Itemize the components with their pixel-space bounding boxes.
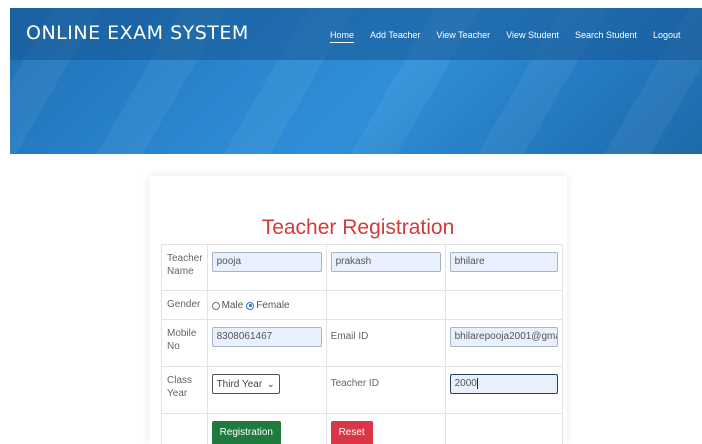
top-strip [10,0,702,8]
email-input[interactable]: bhilarepooja2001@gmail.com [449,327,558,347]
gender-male-radio[interactable] [211,301,220,310]
page: ONLINE EXAM SYSTEM Home Add Teacher View… [0,0,702,444]
row-actions: Registration Reset [161,413,563,444]
gender-radio-group: Male Female [211,298,322,311]
registration-form: Teacher Name pooja prakash bhilare Gende… [161,244,563,444]
nav-add-teacher[interactable]: Add Teacher [370,30,420,43]
first-name-input[interactable]: pooja [211,252,322,272]
class-year-label: Class Year [161,366,208,414]
teacher-id-input[interactable]: 2000 [449,374,558,394]
teacher-id-label: Teacher ID [330,378,379,389]
navbar: ONLINE EXAM SYSTEM Home Add Teacher View… [10,8,702,60]
row-contact: Mobile No 8308061467 Email ID bhilarepoo… [161,319,563,367]
nav-logout[interactable]: Logout [653,30,681,43]
teacher-id-value: 2000 [454,378,478,389]
row-gender: Gender Male Female [161,290,563,320]
form-title: Teacher Registration [261,216,455,239]
gender-female-radio[interactable] [246,301,255,310]
row-teacher-name: Teacher Name pooja prakash bhilare [161,244,563,291]
hero-banner: ONLINE EXAM SYSTEM Home Add Teacher View… [10,8,702,154]
row-class-year: Class Year Third Year ⌄ Teacher ID 2000 [161,366,563,414]
reset-button[interactable]: Reset [330,421,373,444]
mobile-input[interactable]: 8308061467 [211,327,322,347]
gender-label: Gender [161,290,208,320]
mobile-label: Mobile No [161,319,208,367]
brand-title: ONLINE EXAM SYSTEM [26,22,249,44]
nav-links: Home Add Teacher View Teacher View Stude… [330,30,697,43]
gender-male-label: Male [221,300,244,311]
teacher-name-label: Teacher Name [161,244,208,291]
middle-name-input[interactable]: prakash [330,252,441,272]
nav-search-student[interactable]: Search Student [575,30,637,43]
class-year-select[interactable]: Third Year ⌄ [211,374,280,394]
nav-view-student[interactable]: View Student [506,30,559,43]
nav-view-teacher[interactable]: View Teacher [436,30,490,43]
chevron-down-icon: ⌄ [267,378,275,389]
class-year-value: Third Year [216,378,263,390]
registration-card: Teacher Registration Teacher Name pooja … [149,176,567,444]
nav-home[interactable]: Home [330,30,355,43]
last-name-input[interactable]: bhilare [449,252,558,272]
gender-female-label: Female [256,300,290,311]
registration-button[interactable]: Registration [211,421,281,444]
email-label: Email ID [330,331,369,342]
